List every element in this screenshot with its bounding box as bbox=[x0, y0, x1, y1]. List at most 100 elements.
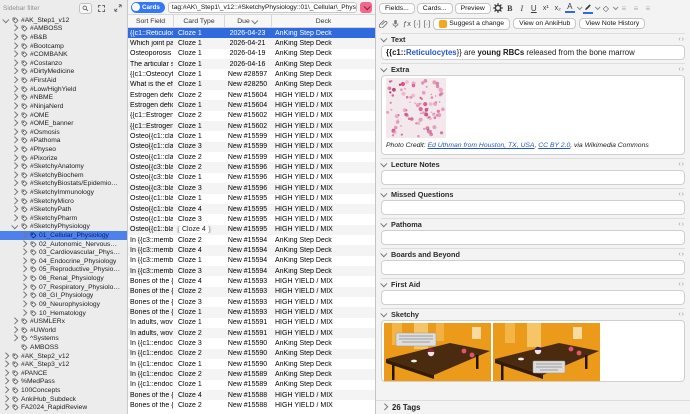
sidebar-item[interactable]: #USMLERx bbox=[0, 317, 127, 326]
sidebar-item[interactable]: #AK_Step3_v12 bbox=[0, 360, 127, 369]
table-row[interactable]: Osteo{{c1::cla… Cloze 2 New #15599 HIGH … bbox=[128, 152, 375, 162]
sidebar-item[interactable]: #SketchyPhysiology bbox=[0, 223, 127, 232]
table-row[interactable]: Osteoporosis i… Cloze 1 2026-04-19 AnKin… bbox=[128, 49, 375, 59]
tags-expander-icon[interactable] bbox=[381, 403, 388, 410]
sidebar-item[interactable]: #Pixorize bbox=[0, 154, 127, 163]
sidebar-item[interactable]: #AMBOSS bbox=[0, 25, 127, 34]
sidebar-item[interactable]: #Bootcamp bbox=[0, 42, 127, 51]
sidebar-item[interactable]: AMBOSS bbox=[0, 343, 127, 352]
expander-icon[interactable] bbox=[11, 154, 18, 161]
table-row[interactable]: {{c1::Estrogen… Cloze 2 New #15602 HIGH … bbox=[128, 111, 375, 121]
table-row[interactable]: Osteo{{c1::bla… Cloze 4 New #15595 HIGH … bbox=[128, 225, 375, 235]
field-input-extra[interactable]: Photo Credit: Ed Uthman from Houston, TX… bbox=[381, 75, 685, 155]
expander-icon[interactable] bbox=[2, 403, 9, 410]
expander-icon[interactable] bbox=[11, 317, 18, 324]
expander-icon[interactable] bbox=[11, 94, 18, 101]
expander-icon[interactable] bbox=[11, 25, 18, 32]
expander-icon[interactable] bbox=[11, 335, 18, 342]
search-dropdown-button[interactable] bbox=[360, 2, 372, 13]
cloze-deletion-icon[interactable]: [·] bbox=[414, 19, 421, 28]
sidebar-item[interactable]: #SketchyImmunology bbox=[0, 188, 127, 197]
sidebar-item[interactable]: #NBME bbox=[0, 93, 127, 102]
sidebar-item[interactable]: 05_Reproductive_Physio… bbox=[0, 266, 127, 275]
column-header-sort-field[interactable]: Sort Field bbox=[128, 15, 173, 27]
table-row[interactable]: Osteo{{c1::cla… Cloze 3 New #15599 HIGH … bbox=[128, 142, 375, 152]
expander-icon[interactable] bbox=[11, 171, 18, 178]
table-row[interactable]: Bones of the {… Cloze 1 New #15593 HIGH … bbox=[128, 307, 375, 317]
sidebar-item[interactable]: 08_GI_Physiology bbox=[0, 292, 127, 301]
expander-icon[interactable] bbox=[11, 68, 18, 75]
table-row[interactable]: {{c1::Estrogen… Cloze 1 New #15602 HIGH … bbox=[128, 121, 375, 131]
expander-icon[interactable] bbox=[20, 231, 27, 238]
table-row[interactable]: The articular s… Cloze 1 2026-04-16 AnKi… bbox=[128, 59, 375, 69]
expander-icon[interactable] bbox=[2, 386, 9, 393]
expander-icon[interactable] bbox=[11, 162, 18, 169]
view-on-ankihub-button[interactable]: View on AnkiHub bbox=[513, 18, 576, 29]
collapse-icon[interactable] bbox=[380, 160, 387, 167]
sidebar-item[interactable]: 04_Endocrine_Physiology bbox=[0, 257, 127, 266]
sidebar-item[interactable]: 07_Respiratory_Physiolo… bbox=[0, 283, 127, 292]
table-row[interactable]: Osteo{{c3::bla… Cloze 2 New #15596 HIGH … bbox=[128, 162, 375, 172]
text-color-icon[interactable]: A bbox=[565, 3, 575, 13]
expander-icon[interactable] bbox=[11, 102, 18, 109]
table-row[interactable]: Osteo{{c3::bla… Cloze 3 New #15596 HIGH … bbox=[128, 183, 375, 193]
expander-icon[interactable] bbox=[2, 16, 9, 23]
sidebar-item[interactable]: 03_Cardiovascular_Phys… bbox=[0, 248, 127, 257]
html-editor-toggle-icon[interactable]: ‹› bbox=[678, 66, 685, 73]
remove-format-icon[interactable]: ◇ bbox=[601, 4, 611, 13]
table-row[interactable]: Osteo{{c1::bla… Cloze 1 New #15595 HIGH … bbox=[128, 194, 375, 204]
table-row[interactable]: Bones of the {… Cloze 4 New #15588 HIGH … bbox=[128, 390, 375, 400]
expander-icon[interactable] bbox=[11, 145, 18, 152]
expander-icon[interactable] bbox=[20, 240, 27, 247]
table-row[interactable]: Bones of the {… Cloze 3 New #15593 HIGH … bbox=[128, 297, 375, 307]
table-row[interactable]: In {{c1::endoc… Cloze 3 New #15590 AnKin… bbox=[128, 338, 375, 348]
html-editor-toggle-icon[interactable]: ‹› bbox=[678, 311, 685, 318]
expander-icon[interactable] bbox=[11, 223, 18, 230]
search-icon[interactable] bbox=[79, 3, 92, 14]
expander-icon[interactable] bbox=[20, 274, 27, 281]
collapse-icon[interactable] bbox=[380, 190, 387, 197]
highlight-chevron-icon[interactable] bbox=[595, 4, 601, 10]
field-input-sketchy[interactable] bbox=[381, 320, 685, 382]
sidebar-item[interactable]: #UWorld bbox=[0, 326, 127, 335]
table-row[interactable]: {{c1::Reticuloc… Cloze 1 2026-04-23 AnKi… bbox=[128, 28, 375, 38]
expander-icon[interactable] bbox=[11, 59, 18, 66]
highlight-color-icon[interactable] bbox=[583, 2, 593, 14]
sidebar-item[interactable]: AnkiHub_Subdeck bbox=[0, 395, 127, 404]
field-input-pathoma[interactable] bbox=[381, 230, 685, 245]
sidebar-item[interactable]: #SketchyBiochem bbox=[0, 171, 127, 180]
cards-notes-toggle[interactable]: Cards bbox=[131, 2, 165, 13]
ordered-list-icon[interactable]: ≡ bbox=[631, 4, 641, 13]
collapse-icon[interactable] bbox=[380, 280, 387, 287]
search-input[interactable]: tag:#AK\_Step1\_v12::#SketchyPhysiology:… bbox=[168, 2, 357, 13]
sidebar-item[interactable]: #B&B bbox=[0, 33, 127, 42]
cards-button[interactable]: Cards... bbox=[417, 3, 453, 14]
expander-icon[interactable] bbox=[11, 180, 18, 187]
equations-icon[interactable]: ƒx bbox=[403, 19, 411, 28]
sidebar-item[interactable]: FA2024_RapidReview bbox=[0, 403, 127, 412]
table-row[interactable]: In {{c1::endoc… Cloze 1 New #15590 AnKin… bbox=[128, 359, 375, 369]
expander-icon[interactable] bbox=[20, 309, 27, 316]
sidebar-item[interactable]: #DirtyMedicine bbox=[0, 68, 127, 77]
expander-icon[interactable] bbox=[20, 300, 27, 307]
expander-icon[interactable] bbox=[11, 128, 18, 135]
sidebar-item[interactable]: 100Concepts bbox=[0, 386, 127, 395]
sidebar-item[interactable]: 02_Autonomic_Nervous… bbox=[0, 240, 127, 249]
sidebar-item[interactable]: #SketchyMicro bbox=[0, 197, 127, 206]
field-input-boards-and-beyond[interactable] bbox=[381, 260, 685, 275]
table-row[interactable]: Bones of the {… Cloze 2 New #15588 HIGH … bbox=[128, 400, 375, 410]
underline-icon[interactable]: U bbox=[529, 4, 539, 13]
sidebar-item[interactable]: #SketchyAnatomy bbox=[0, 162, 127, 171]
field-input-missed-questions[interactable] bbox=[381, 200, 685, 215]
italic-icon[interactable]: I bbox=[517, 4, 527, 13]
sidebar-item[interactable]: #AK_Step1_v12 bbox=[0, 16, 127, 25]
sidebar-item[interactable]: 01_Cellular_Physiology bbox=[0, 231, 127, 240]
expander-icon[interactable] bbox=[20, 257, 27, 264]
expander-icon[interactable] bbox=[11, 111, 18, 118]
attachment-icon[interactable] bbox=[379, 19, 388, 28]
column-header-due[interactable]: Due bbox=[224, 15, 271, 27]
table-row[interactable]: In adults, wov… Cloze 1 New #15591 HIGH … bbox=[128, 318, 375, 328]
html-editor-toggle-icon[interactable]: ‹› bbox=[678, 221, 685, 228]
preview-button[interactable]: Preview bbox=[455, 3, 491, 14]
expander-icon[interactable] bbox=[11, 33, 18, 40]
